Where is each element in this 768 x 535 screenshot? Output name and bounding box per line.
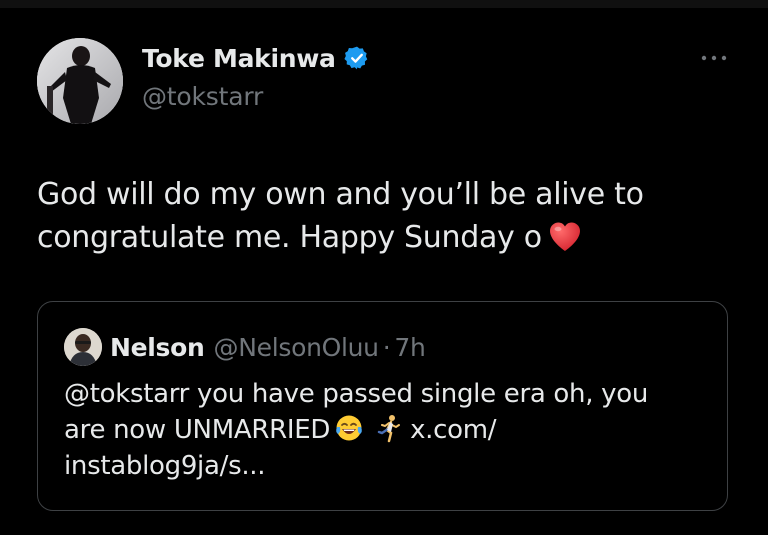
tweet-text-line-2-text: congratulate me. Happy Sunday o — [37, 220, 542, 255]
quoted-author-name[interactable]: Nelson — [110, 333, 205, 362]
quoted-avatar-photo — [64, 328, 102, 366]
quoted-text-line-2-part-1: are now UNMARRIED — [64, 415, 331, 445]
quoted-author-avatar[interactable] — [64, 328, 102, 366]
top-strip — [0, 0, 768, 8]
heart-emoji-icon — [548, 221, 582, 253]
quoted-separator: · — [382, 332, 391, 362]
quoted-author-handle[interactable]: @NelsonOluu — [214, 333, 380, 362]
quoted-tweet-text: @tokstarr you have passed single era oh,… — [64, 376, 704, 484]
quoted-text-line-1: @tokstarr you have passed single era oh,… — [64, 379, 649, 409]
quoted-text-line-3[interactable]: instablog9ja/s... — [64, 448, 704, 484]
quoted-text-line-2: are now UNMARRIED x.com/ — [64, 412, 704, 448]
tweet-text-line-2: congratulate me. Happy Sunday o — [37, 216, 737, 259]
tears-of-joy-emoji-icon — [334, 413, 364, 443]
tweet-text: God will do my own and you’ll be alive t… — [37, 173, 737, 259]
more-horizontal-icon[interactable] — [700, 50, 728, 64]
quoted-tweet-card[interactable]: Nelson @NelsonOluu · 7h @tokstarr you ha… — [37, 301, 728, 511]
quoted-link-text[interactable]: x.com/ — [410, 415, 496, 445]
avatar-photo — [37, 38, 123, 124]
author-handle[interactable]: @tokstarr — [142, 82, 263, 111]
quoted-timestamp[interactable]: 7h — [394, 333, 425, 362]
author-avatar[interactable] — [37, 38, 123, 124]
author-display-name[interactable]: Toke Makinwa — [142, 44, 336, 73]
verified-badge-icon[interactable] — [344, 45, 370, 71]
tweet-text-line-1: God will do my own and you’ll be alive t… — [37, 177, 644, 212]
quoted-author-row: Nelson @NelsonOluu · 7h — [110, 329, 426, 365]
running-person-emoji-icon — [374, 413, 404, 443]
author-name-row: Toke Makinwa — [142, 40, 370, 76]
